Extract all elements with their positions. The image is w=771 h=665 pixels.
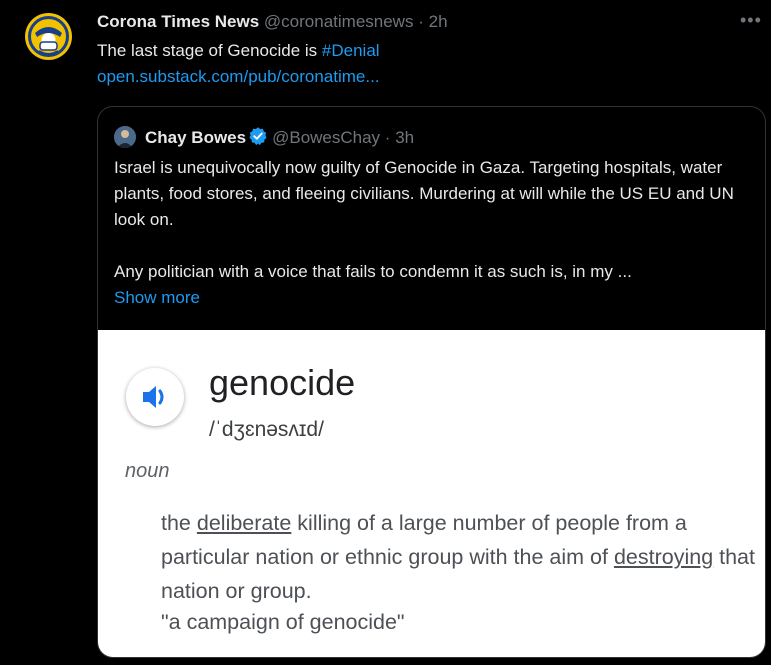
tweet-time[interactable]: 2h: [429, 12, 448, 31]
definition: the deliberate killing of a large number…: [161, 506, 761, 608]
more-horizontal-icon: •••: [740, 10, 762, 30]
author-name[interactable]: Corona Times News: [97, 12, 259, 31]
more-options-button[interactable]: •••: [740, 10, 762, 31]
header-separator: ·: [418, 12, 424, 31]
show-more-link[interactable]: Show more: [114, 288, 200, 307]
quoted-tweet[interactable]: Chay Bowes @BowesChay · 3h Israel is uneq…: [97, 106, 766, 658]
speaker-button: [126, 368, 184, 426]
tweet-link[interactable]: open.substack.com/pub/coronatime...: [97, 67, 380, 87]
corona-times-logo-icon: [25, 13, 72, 60]
verified-badge-icon: [248, 126, 268, 151]
tweet-header: Corona Times News @coronatimesnews · 2h: [97, 12, 448, 32]
dictionary-word: genocide: [209, 362, 356, 403]
part-of-speech: noun: [125, 460, 170, 482]
definition-part-1: the: [161, 511, 197, 535]
usage-example: "a campaign of genocide": [161, 610, 405, 634]
quoted-paragraph-2: Any politician with a voice that fails t…: [114, 262, 632, 281]
definition-underlined-1: deliberate: [196, 511, 292, 535]
quoted-tweet-text: Israel is unequivocally now guilty of Ge…: [114, 155, 754, 311]
quoted-author-handle[interactable]: @BowesChay: [272, 128, 380, 147]
quoted-header-separator: ·: [384, 128, 391, 147]
paragraph-spacer: [114, 233, 754, 259]
quoted-tweet-image[interactable]: genocide /ˈdʒɛnəsʌɪd/ noun the deliberat…: [98, 330, 765, 657]
hashtag-link[interactable]: #Denial: [322, 41, 380, 60]
speaker-icon: [143, 386, 164, 408]
quoted-paragraph-1: Israel is unequivocally now guilty of Ge…: [114, 158, 734, 229]
quoted-author-avatar[interactable]: [114, 126, 136, 148]
quoted-tweet-time[interactable]: 3h: [395, 128, 414, 147]
author-handle[interactable]: @coronatimesnews: [264, 12, 414, 31]
definition-underlined-2: destroying: [613, 545, 714, 569]
author-avatar[interactable]: [25, 13, 72, 60]
quoted-tweet-header: Chay Bowes @BowesChay · 3h: [145, 126, 414, 151]
tweet-text: The last stage of Genocide is #Denial: [97, 41, 380, 61]
substack-link[interactable]: open.substack.com/pub/coronatime...: [97, 67, 380, 86]
tweet-text-body: The last stage of Genocide is: [97, 41, 322, 60]
person-avatar-icon: [114, 126, 136, 148]
pronunciation: /ˈdʒɛnəsʌɪd/: [209, 418, 324, 441]
quoted-author-name[interactable]: Chay Bowes: [145, 128, 246, 147]
